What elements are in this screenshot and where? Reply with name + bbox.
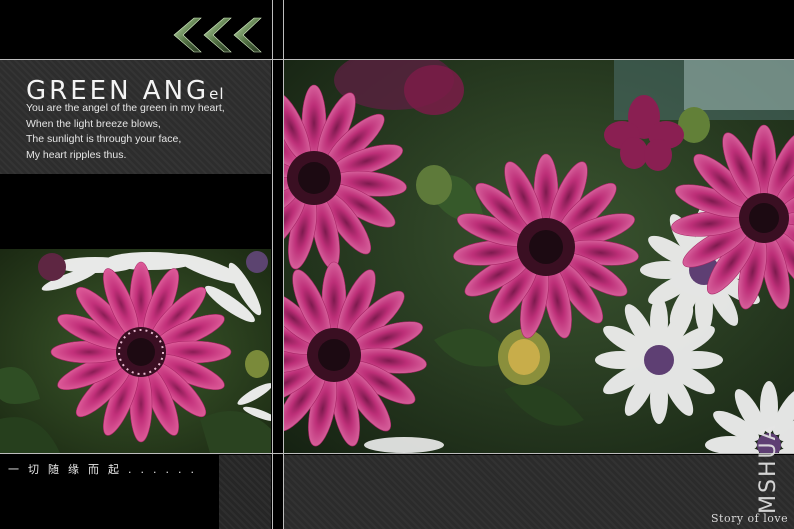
divider-line xyxy=(283,0,284,529)
poem-text: You are the angel of the green in my hea… xyxy=(26,101,225,163)
triple-chevron-left-icon xyxy=(173,17,262,53)
poem-line: When the light breeze blows, xyxy=(26,117,161,130)
poem-line: My heart ripples thus. xyxy=(26,148,127,161)
magenta-daisies-photo xyxy=(284,60,794,453)
footer-left-strip xyxy=(219,455,271,529)
divider-line xyxy=(0,453,794,454)
divider-line xyxy=(0,59,794,60)
watermark-text: MSHUA xyxy=(756,423,781,514)
chinese-caption: 一切随缘而起...... xyxy=(8,463,203,476)
poem-line: The sunlight is through your face, xyxy=(26,133,182,145)
poem-line: You are the angel of the green in my hea… xyxy=(26,102,225,114)
divider-line xyxy=(272,0,273,529)
magenta-daisy-photo xyxy=(0,249,271,453)
